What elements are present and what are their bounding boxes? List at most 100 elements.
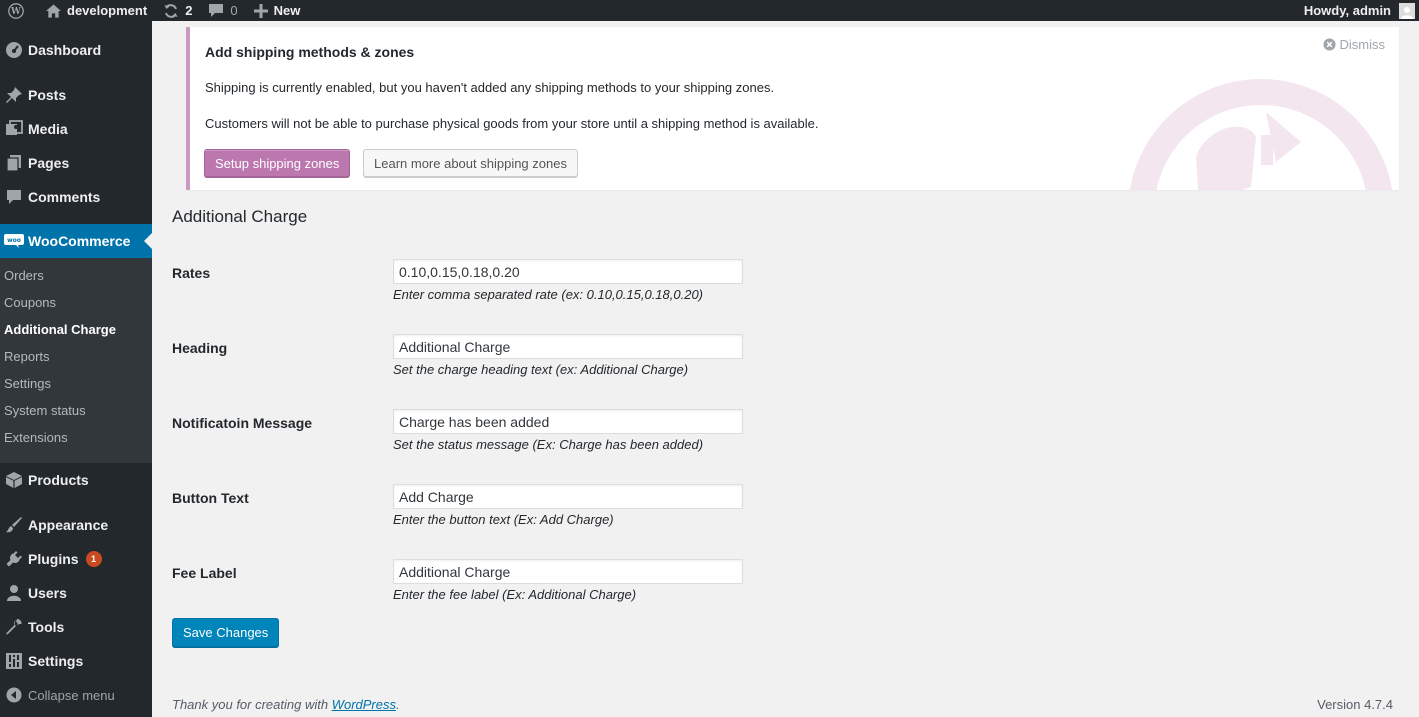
sliders-icon — [0, 652, 28, 670]
updates-count: 2 — [185, 3, 193, 18]
collapse-label: Collapse menu — [28, 687, 115, 703]
wordpress-link[interactable]: WordPress — [332, 697, 396, 712]
save-changes-button[interactable]: Save Changes — [172, 618, 280, 647]
comment-icon — [208, 3, 224, 18]
rates-input[interactable] — [393, 259, 743, 284]
menu-label: Comments — [28, 189, 101, 205]
plus-icon — [253, 3, 268, 18]
menu-item-plugins[interactable]: Plugins 1 — [0, 542, 152, 576]
menu-item-dashboard[interactable]: Dashboard — [0, 33, 152, 67]
footer-thanks: Thank you for creating with WordPress. — [172, 697, 400, 712]
plugins-update-badge: 1 — [85, 551, 102, 567]
notice-line-1: Shipping is currently enabled, but you h… — [205, 80, 775, 95]
home-icon — [46, 3, 61, 18]
svg-text:W: W — [10, 7, 21, 17]
rates-description: Enter comma separated rate (ex: 0.10,0.1… — [393, 287, 704, 302]
menu-item-users[interactable]: Users — [0, 576, 152, 610]
button-text-label: Button Text — [172, 490, 249, 506]
comments-count: 0 — [230, 3, 238, 18]
new-label: New — [273, 3, 301, 18]
menu-label: Pages — [28, 155, 70, 171]
menu-label: Dashboard — [28, 42, 102, 58]
menu-label: WooCommerce — [28, 233, 131, 249]
footer-thanks-suffix: . — [396, 697, 400, 712]
plug-icon — [0, 550, 28, 568]
media-icon — [0, 120, 28, 138]
setup-shipping-zones-button[interactable]: Setup shipping zones — [204, 149, 351, 177]
submenu-item-system-status[interactable]: System status — [4, 397, 86, 424]
heading-label: Heading — [172, 340, 228, 356]
heading-input[interactable] — [393, 334, 743, 359]
heading-description: Set the charge heading text (ex: Additio… — [393, 362, 689, 377]
submenu-item-settings[interactable]: Settings — [4, 370, 51, 397]
notice-line-2: Customers will not be able to purchase p… — [205, 116, 819, 131]
fee-label-description: Enter the fee label (Ex: Additional Char… — [393, 587, 637, 602]
comment-icon — [0, 188, 28, 206]
pages-icon — [0, 154, 28, 172]
collapse-menu-button[interactable]: Collapse menu — [0, 678, 115, 712]
notification-message-description: Set the status message (Ex: Charge has b… — [393, 437, 704, 452]
account-menu[interactable]: Howdy, admin — [1296, 0, 1419, 21]
submenu-item-orders[interactable]: Orders — [4, 262, 44, 289]
shipping-notice: Add shipping methods & zones Shipping is… — [186, 27, 1399, 190]
menu-label: Users — [28, 585, 67, 601]
notification-message-label: Notificatoin Message — [172, 415, 313, 431]
user-icon — [0, 584, 28, 602]
comments-menu[interactable]: 0 — [200, 0, 245, 21]
updates-menu[interactable]: 2 — [155, 0, 200, 21]
dismiss-label: Dismiss — [1339, 37, 1386, 52]
submenu-item-reports[interactable]: Reports — [4, 343, 50, 370]
notification-message-input[interactable] — [393, 409, 743, 434]
woo-icon: woo — [0, 234, 28, 248]
woocommerce-watermark-icon — [1129, 79, 1393, 190]
admin-sidebar: Dashboard Posts Media Pages Comments woo… — [0, 21, 152, 717]
menu-item-woocommerce[interactable]: woo WooCommerce — [0, 224, 152, 258]
menu-label: Tools — [28, 619, 65, 635]
menu-item-pages[interactable]: Pages — [0, 146, 152, 180]
wordpress-logo-icon: W — [8, 2, 24, 19]
page-title: Additional Charge — [172, 207, 308, 226]
fee-label-input[interactable] — [393, 559, 743, 584]
learn-more-shipping-button[interactable]: Learn more about shipping zones — [363, 149, 578, 177]
rates-label: Rates — [172, 265, 211, 281]
new-content-menu[interactable]: New — [246, 0, 309, 21]
menu-label: Media — [28, 121, 68, 137]
footer-thanks-prefix: Thank you for creating with — [172, 697, 332, 712]
current-arrow — [144, 233, 152, 249]
version-text: Version 4.7.4 — [1317, 697, 1393, 712]
menu-label: Plugins — [28, 551, 79, 567]
menu-item-tools[interactable]: Tools — [0, 610, 152, 644]
greeting: Howdy, admin — [1303, 3, 1391, 18]
menu-item-products[interactable]: Products — [0, 463, 152, 497]
fee-label-label: Fee Label — [172, 565, 237, 581]
box-icon — [0, 471, 28, 489]
menu-item-settings[interactable]: Settings — [0, 644, 152, 678]
woocommerce-submenu: Orders Coupons Additional Charge Reports… — [0, 258, 152, 463]
submenu-item-additional-charge[interactable]: Additional Charge — [4, 316, 116, 343]
admin-bar: W development 2 0 New Howdy, admin — [0, 0, 1419, 21]
updates-icon — [163, 3, 179, 19]
submenu-item-coupons[interactable]: Coupons — [4, 289, 56, 316]
avatar — [1399, 2, 1415, 19]
menu-label: Settings — [28, 653, 84, 669]
dashboard-icon — [0, 41, 28, 59]
menu-item-media[interactable]: Media — [0, 112, 152, 146]
menu-item-comments[interactable]: Comments — [0, 180, 152, 214]
submenu-item-extensions[interactable]: Extensions — [4, 424, 68, 451]
menu-item-appearance[interactable]: Appearance — [0, 508, 152, 542]
menu-item-posts[interactable]: Posts — [0, 78, 152, 112]
dismiss-icon — [1322, 38, 1336, 51]
notice-title: Add shipping methods & zones — [205, 44, 415, 60]
svg-text:woo: woo — [7, 237, 21, 244]
site-name-menu[interactable]: development — [38, 0, 155, 21]
button-text-input[interactable] — [393, 484, 743, 509]
menu-label: Products — [28, 472, 89, 488]
menu-label: Posts — [28, 87, 67, 103]
button-text-description: Enter the button text (Ex: Add Charge) — [393, 512, 614, 527]
pin-icon — [0, 86, 28, 104]
wrench-icon — [0, 618, 28, 636]
collapse-icon — [0, 687, 28, 703]
dismiss-button[interactable]: Dismiss — [1322, 37, 1386, 52]
brush-icon — [0, 516, 28, 534]
wp-logo-menu[interactable]: W — [0, 0, 38, 21]
